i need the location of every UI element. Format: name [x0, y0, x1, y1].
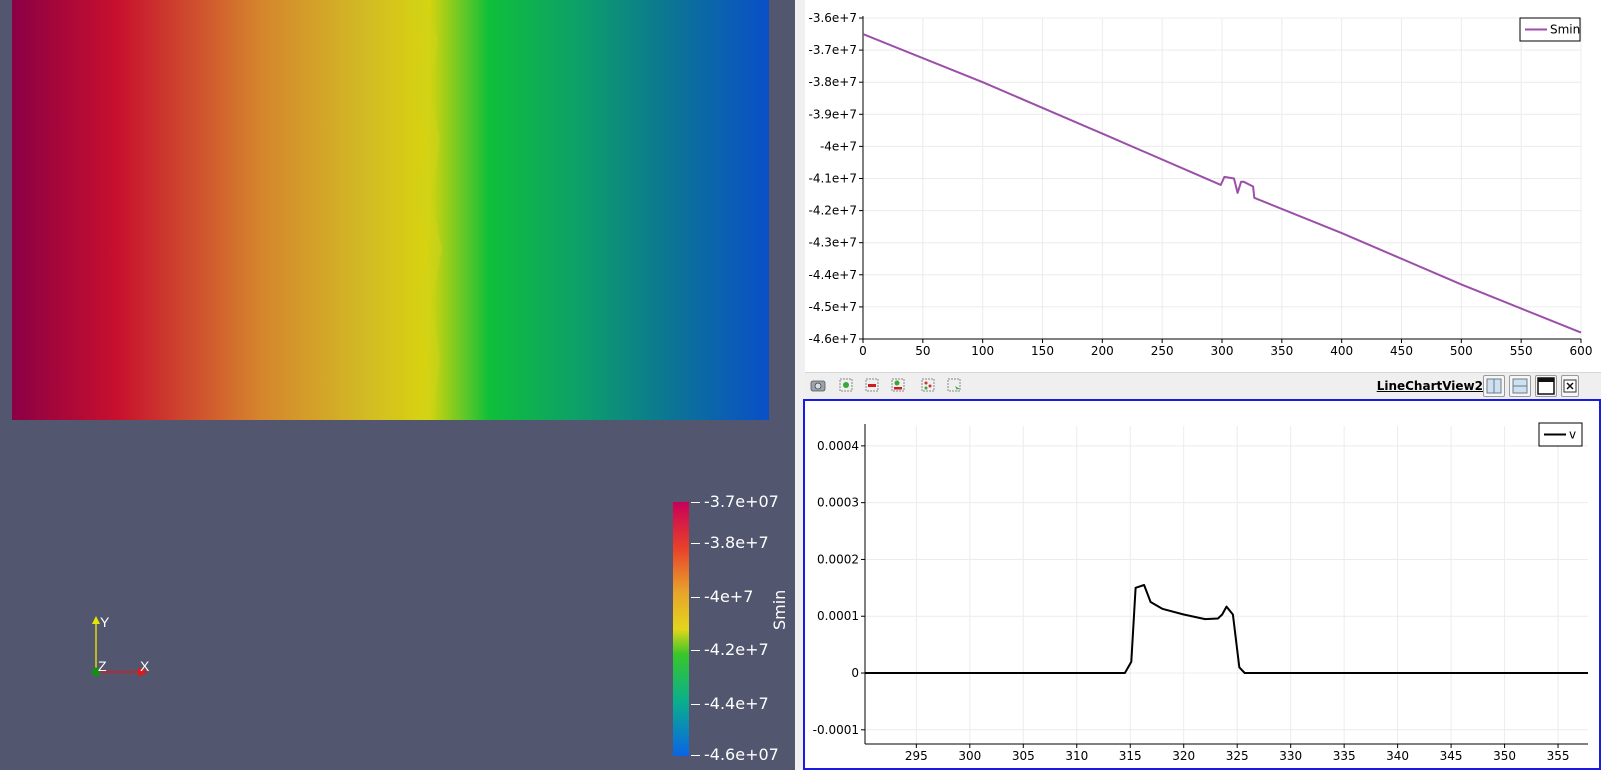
zoom-box-icon[interactable]	[889, 376, 907, 394]
maximize-icon[interactable]	[1535, 375, 1557, 397]
colorbar-label: -4.2e+7	[704, 640, 769, 659]
x-tick-label: 350	[1270, 344, 1293, 358]
line-chart-view-2[interactable]: 295 300 305 310 315 320 325 330 335 340 345 350 355 0…	[803, 399, 1601, 770]
axis-label-z: Z	[98, 658, 107, 674]
x-tick-label: 250	[1151, 344, 1174, 358]
smin-color-field	[12, 0, 769, 420]
y-tick-label: -3.6e+7	[809, 11, 858, 25]
colorbar-label: -4e+7	[704, 587, 754, 606]
y-tick-label: -4.4e+7	[809, 268, 858, 282]
y-tick-label: -4.5e+7	[809, 300, 858, 314]
view-name-label[interactable]: LineChartView2	[1377, 379, 1483, 393]
x-tick-label: 400	[1330, 344, 1353, 358]
zoom-to-data-icon[interactable]	[837, 376, 855, 394]
axis-label-x: X	[140, 658, 150, 674]
colorbar-tick	[691, 650, 700, 651]
y-tick-label: 0.0002	[817, 552, 859, 566]
legend-label: Smin	[1550, 23, 1580, 37]
x-tick-label: 330	[1279, 749, 1302, 763]
render-view[interactable]: -3.7e+07 -3.8e+7 -4e+7 -4.2e+7 -4.4e+7 -4.6e+…	[0, 0, 795, 770]
y-tick-label: 0.0001	[817, 609, 859, 623]
x-tick-label: 100	[971, 344, 994, 358]
select-points-icon[interactable]	[919, 376, 937, 394]
view-toolbar: LineChartView2	[805, 372, 1601, 399]
colorbar-label: -4.6e+07	[704, 745, 779, 764]
y-tick-label: -3.7e+7	[809, 43, 858, 57]
colorbar	[673, 502, 689, 756]
split-vertical-icon[interactable]	[1509, 375, 1531, 397]
x-tick-label: 300	[1211, 344, 1234, 358]
x-tick-label: 315	[1119, 749, 1142, 763]
colorbar-tick	[691, 704, 700, 705]
y-tick-label: -0.0001	[813, 723, 859, 737]
colorbar-label: -4.4e+7	[704, 694, 769, 713]
colorbar-tick	[691, 502, 700, 503]
camera-icon[interactable]	[809, 376, 827, 394]
x-tick-label: 355	[1547, 749, 1570, 763]
y-tick-label: 0.0003	[817, 496, 859, 510]
x-tick-label: 150	[1031, 344, 1054, 358]
x-tick-label: 295	[905, 749, 928, 763]
x-tick-label: 345	[1440, 749, 1463, 763]
colorbar-title: Smin	[770, 589, 789, 630]
x-tick-label: 200	[1091, 344, 1114, 358]
x-tick-label: 320	[1172, 749, 1195, 763]
x-tick-label: 50	[915, 344, 930, 358]
split-horizontal-icon[interactable]	[1483, 375, 1505, 397]
series-line-v	[865, 584, 1588, 674]
line-chart-view-1[interactable]: 0 50 100 150 200 250 300 350 400 450 500 550 600 -3.6…	[805, 0, 1601, 366]
y-tick-label: 0.0004	[817, 439, 859, 453]
y-tick-label: -4.2e+7	[809, 204, 858, 218]
colorbar-tick	[691, 543, 700, 544]
colorbar-label: -3.7e+07	[704, 492, 779, 511]
orientation-axes: Y Z X	[84, 612, 164, 682]
x-tick-label: 310	[1065, 749, 1088, 763]
y-tick-label: -3.8e+7	[809, 75, 858, 89]
colorbar-tick	[691, 597, 700, 598]
select-rect-icon[interactable]	[945, 376, 963, 394]
x-tick-label: 325	[1226, 749, 1249, 763]
x-tick-label: 340	[1386, 749, 1409, 763]
colorbar-label: -3.8e+7	[704, 533, 769, 552]
x-tick-label: 300	[958, 749, 981, 763]
x-tick-label: 500	[1450, 344, 1473, 358]
y-tick-label: -3.9e+7	[809, 107, 858, 121]
x-tick-label: 305	[1012, 749, 1035, 763]
legend-label: v	[1569, 428, 1576, 442]
axis-label-y: Y	[100, 614, 110, 630]
colorbar-tick	[691, 755, 700, 756]
x-tick-label: 335	[1333, 749, 1356, 763]
y-tick-label: -4.1e+7	[809, 172, 858, 186]
close-icon[interactable]	[1561, 375, 1579, 397]
y-tick-label: -4e+7	[820, 139, 857, 153]
y-tick-label: -4.6e+7	[809, 332, 858, 346]
x-tick-label: 0	[859, 344, 867, 358]
y-tick-label: 0	[851, 666, 859, 680]
x-tick-label: 600	[1570, 344, 1593, 358]
x-tick-label: 550	[1510, 344, 1533, 358]
x-tick-label: 450	[1390, 344, 1413, 358]
remove-selection-icon[interactable]	[863, 376, 881, 394]
x-tick-label: 350	[1493, 749, 1516, 763]
y-tick-label: -4.3e+7	[809, 236, 858, 250]
